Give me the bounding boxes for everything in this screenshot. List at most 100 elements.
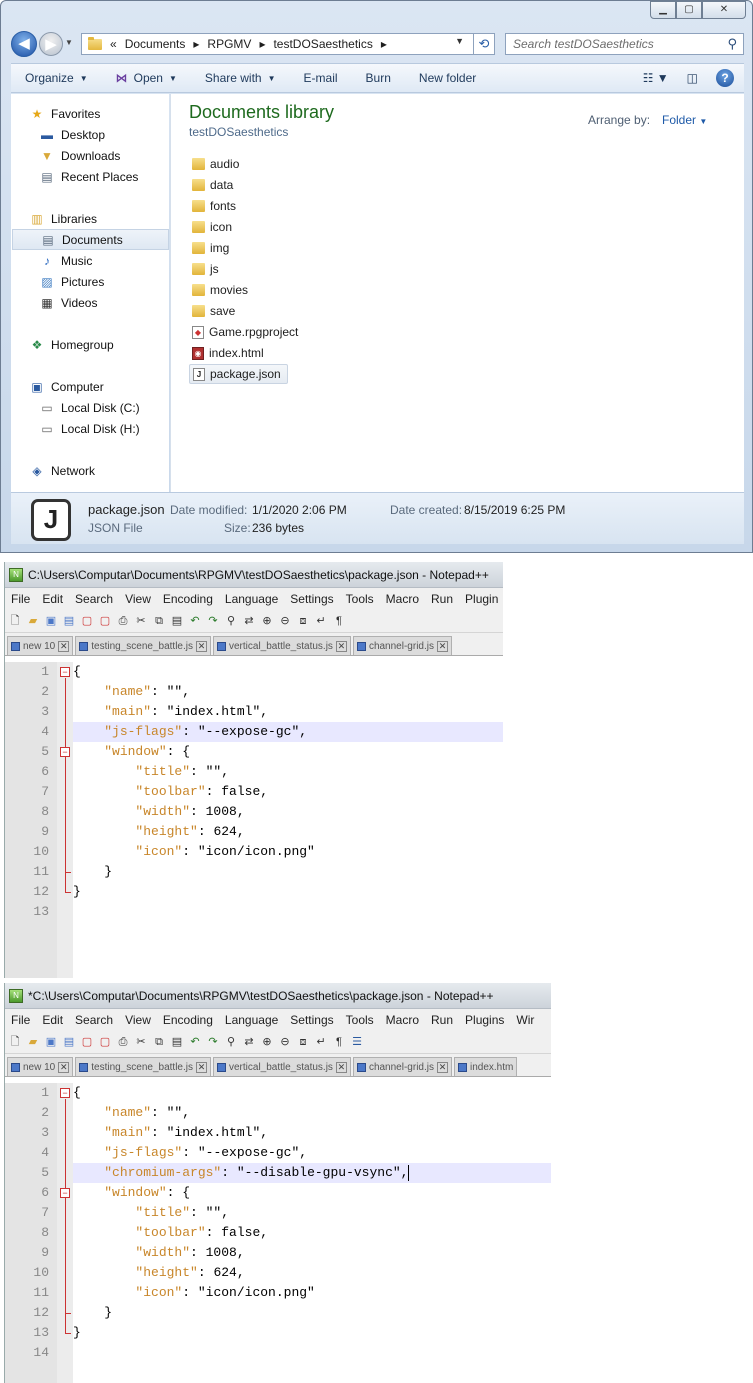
undo-icon[interactable]: ↶	[187, 613, 203, 629]
menu-run[interactable]: Run	[425, 1013, 459, 1027]
code-editor[interactable]: 1 2 3 4 5 6 7 8 9 10 11 12 13 − − { "nam…	[5, 662, 503, 978]
sidebar-item-favorites[interactable]: ★ Favorites	[29, 103, 186, 124]
list-item[interactable]: audio	[189, 154, 245, 174]
share-with-button[interactable]: Share with ▼	[191, 71, 290, 85]
burn-button[interactable]: Burn	[352, 71, 405, 85]
list-item[interactable]: save	[189, 301, 241, 321]
close-tab-icon[interactable]: ✕	[195, 640, 207, 652]
close-all-icon[interactable]: ▢	[97, 613, 113, 629]
word-wrap-icon[interactable]: ↵	[313, 1034, 329, 1050]
indent-guide-icon[interactable]: ☰	[349, 1034, 365, 1050]
sync-scroll-icon[interactable]: ⧈	[295, 1034, 311, 1050]
save-all-icon[interactable]: ▤	[61, 613, 77, 629]
open-file-icon[interactable]: ▰	[25, 1034, 41, 1050]
new-file-icon[interactable]: 🗋	[7, 613, 23, 629]
menu-tools[interactable]: Tools	[340, 1013, 380, 1027]
undo-icon[interactable]: ↶	[187, 1034, 203, 1050]
tab-testing-scene-battle[interactable]: testing_scene_battle.js ✕	[75, 1057, 211, 1076]
copy-icon[interactable]: ⧉	[151, 1034, 167, 1050]
sidebar-item-libraries[interactable]: ▥ Libraries	[29, 208, 186, 229]
search-icon[interactable]: ⚲	[727, 34, 737, 54]
close-tab-icon[interactable]: ✕	[335, 640, 347, 652]
menu-file[interactable]: File	[5, 1013, 36, 1027]
tab-channel-grid[interactable]: channel-grid.js ✕	[352, 636, 452, 655]
close-file-icon[interactable]: ▢	[79, 1034, 95, 1050]
menu-language[interactable]: Language	[219, 1013, 284, 1027]
open-button[interactable]: ⋈ Open ▼	[102, 71, 191, 85]
close-file-icon[interactable]: ▢	[79, 613, 95, 629]
menu-macro[interactable]: Macro	[380, 1013, 425, 1027]
help-icon[interactable]: ?	[716, 69, 734, 87]
close-tab-icon[interactable]: ✕	[58, 1061, 70, 1073]
menu-view[interactable]: View	[119, 592, 157, 606]
find-icon[interactable]: ⚲	[223, 613, 239, 629]
menu-encoding[interactable]: Encoding	[157, 592, 219, 606]
arrange-by-dropdown[interactable]: Folder ▼	[662, 113, 707, 127]
email-button[interactable]: E-mail	[290, 71, 352, 85]
print-icon[interactable]: ⎙	[115, 613, 131, 629]
fold-collapse-icon[interactable]: −	[60, 747, 70, 757]
menu-settings[interactable]: Settings	[284, 592, 339, 606]
forward-button[interactable]: ▶	[39, 32, 63, 56]
save-icon[interactable]: ▣	[43, 1034, 59, 1050]
list-item[interactable]: ◆ Game.rpgproject	[189, 322, 304, 342]
sidebar-item-documents[interactable]: ▤ Documents	[12, 229, 169, 250]
view-options-icon[interactable]: ☷ ▼	[643, 71, 669, 85]
breadcrumb-rpgmv[interactable]: RPGMV ▸	[207, 37, 265, 51]
show-all-characters-icon[interactable]: ¶	[331, 1034, 347, 1050]
maximize-button[interactable]: ▢	[676, 1, 702, 19]
zoom-out-icon[interactable]: ⊖	[277, 613, 293, 629]
menu-plugins[interactable]: Plugin	[459, 592, 503, 606]
zoom-in-icon[interactable]: ⊕	[259, 613, 275, 629]
code-editor[interactable]: 1 2 3 4 5 6 7 8 9 10 11 12 13 14 − − { "…	[5, 1083, 551, 1383]
close-button[interactable]: ✕	[702, 1, 746, 19]
tab-new-10[interactable]: new 10 ✕	[7, 1057, 74, 1076]
print-icon[interactable]: ⎙	[115, 1034, 131, 1050]
menu-edit[interactable]: Edit	[36, 592, 69, 606]
menu-run[interactable]: Run	[425, 592, 459, 606]
address-bar[interactable]: « Documents ▸ RPGMV ▸ testDOSaesthetics ▸ ▼	[81, 33, 495, 55]
replace-icon[interactable]: ⇄	[241, 1034, 257, 1050]
menu-view[interactable]: View	[119, 1013, 157, 1027]
menu-plugins[interactable]: Plugins	[459, 1013, 510, 1027]
menu-edit[interactable]: Edit	[36, 1013, 69, 1027]
back-button[interactable]: ◀	[11, 31, 37, 57]
paste-icon[interactable]: ▤	[169, 1034, 185, 1050]
tab-new-10[interactable]: new 10 ✕	[7, 636, 74, 655]
new-file-icon[interactable]: 🗋	[7, 1034, 23, 1050]
save-all-icon[interactable]: ▤	[61, 1034, 77, 1050]
breadcrumb-testdosaesthetics[interactable]: testDOSaesthetics ▸	[273, 37, 386, 51]
sync-scroll-icon[interactable]: ⧈	[295, 613, 311, 629]
list-item[interactable]: Jpackage.json	[189, 364, 288, 384]
organize-button[interactable]: Organize ▼	[11, 71, 102, 85]
minimize-button[interactable]: ▁	[650, 1, 676, 19]
menu-language[interactable]: Language	[219, 592, 284, 606]
menu-macro[interactable]: Macro	[380, 592, 425, 606]
refresh-button[interactable]: ⟲	[473, 33, 495, 55]
preview-pane-icon[interactable]: ◫	[687, 71, 698, 85]
tab-vertical-battle-status[interactable]: vertical_battle_status.js ✕	[212, 1057, 351, 1076]
close-tab-icon[interactable]: ✕	[335, 1061, 347, 1073]
find-icon[interactable]: ⚲	[223, 1034, 239, 1050]
list-item[interactable]: img	[189, 238, 235, 258]
list-item[interactable]: fonts	[189, 196, 242, 216]
list-item[interactable]: icon	[189, 217, 238, 237]
menu-settings[interactable]: Settings	[284, 1013, 339, 1027]
sidebar-item-homegroup[interactable]: ❖ Homegroup	[29, 334, 186, 355]
zoom-out-icon[interactable]: ⊖	[277, 1034, 293, 1050]
zoom-in-icon[interactable]: ⊕	[259, 1034, 275, 1050]
menu-window[interactable]: Wir	[510, 1013, 540, 1027]
redo-icon[interactable]: ↷	[205, 613, 221, 629]
tab-vertical-battle-status[interactable]: vertical_battle_status.js ✕	[212, 636, 351, 655]
close-tab-icon[interactable]: ✕	[58, 640, 70, 652]
show-all-characters-icon[interactable]: ¶	[331, 613, 347, 629]
copy-icon[interactable]: ⧉	[151, 613, 167, 629]
redo-icon[interactable]: ↷	[205, 1034, 221, 1050]
fold-collapse-icon[interactable]: −	[60, 1188, 70, 1198]
recent-pages-chevron-icon[interactable]: ▼	[65, 38, 73, 47]
replace-icon[interactable]: ⇄	[241, 613, 257, 629]
close-tab-icon[interactable]: ✕	[436, 1061, 448, 1073]
cut-icon[interactable]: ✂	[133, 613, 149, 629]
close-tab-icon[interactable]: ✕	[436, 640, 448, 652]
open-file-icon[interactable]: ▰	[25, 613, 41, 629]
